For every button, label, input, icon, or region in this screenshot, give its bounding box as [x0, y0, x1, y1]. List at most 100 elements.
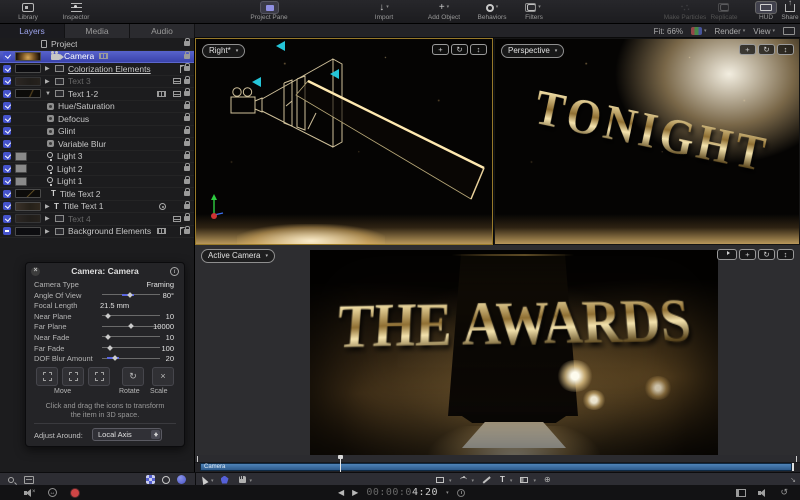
activation-checkbox[interactable] [3, 177, 11, 185]
layer-row-background-elements[interactable]: ▶Background Elements [0, 226, 194, 239]
display-layout-control[interactable] [783, 27, 795, 35]
bezier-tool[interactable] [460, 477, 467, 482]
move-xz-handle[interactable] [62, 367, 84, 386]
disclosure-triangle[interactable]: ▼ [45, 91, 54, 97]
lock-icon[interactable] [184, 54, 190, 59]
disclosure-triangle[interactable]: ▶ [45, 203, 54, 210]
show-outlines-icon[interactable] [162, 476, 170, 484]
share-button[interactable]: Share [779, 1, 800, 23]
play-range-out-marker[interactable] [792, 456, 797, 462]
inspector-button[interactable]: Inspector [52, 1, 100, 23]
paint-stroke-tool[interactable] [483, 476, 491, 483]
select-transform-tool[interactable] [199, 475, 208, 485]
layer-row-camera[interactable]: Camera [0, 51, 194, 64]
activation-checkbox[interactable] [3, 140, 11, 148]
activation-checkbox[interactable] [3, 190, 11, 198]
layer-row-text-4[interactable]: ▶Text 4 [0, 213, 194, 226]
layer-row-text-1-2[interactable]: ▼Text 1-2 [0, 88, 194, 101]
timecode-clock-icon[interactable] [457, 489, 465, 497]
viewport-perspective[interactable]: TONIGHT Perspective▾ + ↻ ↕ [494, 38, 800, 245]
disclosure-triangle[interactable]: ▶ [45, 228, 54, 235]
lock-icon[interactable] [184, 166, 190, 171]
viewport-camera-popup[interactable]: Active Camera▾ [201, 249, 275, 263]
lock-icon[interactable] [184, 154, 190, 159]
tab-media[interactable]: Media [65, 24, 130, 38]
timecode-display[interactable]: 00:00:04:20 [366, 487, 438, 498]
tab-audio[interactable]: Audio [130, 24, 195, 38]
3d-transform-tool[interactable] [221, 476, 229, 484]
activation-checkbox[interactable] [3, 102, 11, 110]
layer-row-hue-saturation[interactable]: Hue/Saturation [0, 101, 194, 114]
loop-playback-icon[interactable]: ↺ [780, 487, 788, 498]
disclosure-triangle[interactable]: ▶ [45, 65, 54, 72]
lock-icon[interactable] [184, 216, 190, 221]
audio-icon[interactable] [758, 488, 768, 497]
activation-checkbox[interactable] [3, 202, 11, 210]
play-range-in-marker[interactable] [197, 456, 202, 462]
lock-icon[interactable] [184, 129, 190, 134]
text-tool[interactable]: T [500, 475, 505, 484]
pan-view-button[interactable]: + [739, 44, 756, 55]
render-frame[interactable]: THE AWARDS [310, 250, 718, 455]
layer-row-light-2[interactable]: Light 2 [0, 163, 194, 176]
view-menu[interactable]: View▾ [753, 27, 775, 36]
dolly-view-button[interactable]: ↕ [777, 249, 794, 260]
angle-of-view-slider[interactable] [102, 293, 160, 297]
activation-checkbox[interactable] [3, 127, 11, 135]
viewport-right[interactable]: Right*▾ + ↻ ↕ [195, 38, 493, 245]
library-button[interactable]: Library [8, 1, 48, 23]
channels-control[interactable]: ▾ [691, 27, 707, 35]
previous-frame-button[interactable]: ◀ [338, 488, 344, 497]
lock-icon[interactable] [184, 66, 190, 71]
lock-icon[interactable] [184, 116, 190, 121]
dolly-view-button[interactable]: ↕ [777, 44, 794, 55]
pan-view-button[interactable]: + [739, 249, 756, 260]
hud-title-bar[interactable]: ×Camera: Camerai [26, 263, 184, 279]
disclosure-triangle[interactable]: ▶ [45, 215, 54, 222]
track-end-handle[interactable] [792, 463, 794, 471]
timeline-ruler[interactable] [195, 455, 800, 463]
layer-row-text-3[interactable]: ▶Text 3 [0, 76, 194, 89]
activation-checkbox[interactable] [3, 90, 11, 98]
mini-timeline[interactable]: Camera [195, 455, 800, 472]
import-button[interactable]: ↓▾Import [362, 1, 406, 23]
zoom-level-control[interactable]: Fit: 66% [654, 27, 683, 36]
orbit-view-button[interactable]: ↻ [451, 44, 468, 55]
lock-icon[interactable] [184, 191, 190, 196]
move-yz-handle[interactable] [88, 367, 110, 386]
far-plane-slider[interactable] [102, 324, 160, 328]
lock-icon[interactable] [184, 179, 190, 184]
filters-button[interactable]: ▾Filters [514, 1, 554, 23]
orbit-view-button[interactable]: ↻ [758, 249, 775, 260]
audio-mute-icon[interactable]: × [24, 488, 34, 497]
record-button[interactable] [71, 489, 79, 497]
pan-view-button[interactable]: + [432, 44, 449, 55]
activation-checkbox[interactable] [3, 152, 11, 160]
play-button[interactable]: ▶ [352, 488, 358, 497]
search-icon[interactable] [8, 477, 14, 483]
close-icon[interactable]: × [31, 267, 40, 276]
hud-button[interactable]: HUD [752, 1, 780, 23]
viewport-camera-popup[interactable]: Perspective▾ [501, 44, 564, 58]
camera-overlay-button[interactable] [717, 249, 737, 260]
dolly-view-button[interactable]: ↕ [470, 44, 487, 55]
activation-checkbox[interactable] [3, 227, 11, 235]
resize-handle-icon[interactable]: ↘ [790, 476, 796, 484]
lock-icon[interactable] [184, 79, 190, 84]
activation-checkbox[interactable] [3, 77, 11, 85]
tab-layers[interactable]: Layers [0, 24, 65, 38]
render-menu[interactable]: Render▾ [715, 27, 746, 36]
lock-icon[interactable] [184, 141, 190, 146]
viewport-camera-popup[interactable]: Right*▾ [202, 44, 245, 58]
disclosure-triangle[interactable]: ▶ [45, 78, 54, 85]
rectangle-tool[interactable] [436, 477, 444, 483]
lock-icon[interactable] [184, 91, 190, 96]
chevron-down-icon[interactable]: ▾ [446, 490, 449, 496]
near-plane-slider[interactable] [102, 314, 160, 318]
camera-marker-icon[interactable] [330, 69, 339, 79]
dof-blur-slider[interactable] [102, 356, 160, 360]
lock-icon[interactable] [184, 229, 190, 234]
activation-checkbox[interactable] [3, 165, 11, 173]
show-fills-icon[interactable] [177, 475, 186, 484]
layer-row-light-3[interactable]: Light 3 [0, 151, 194, 164]
